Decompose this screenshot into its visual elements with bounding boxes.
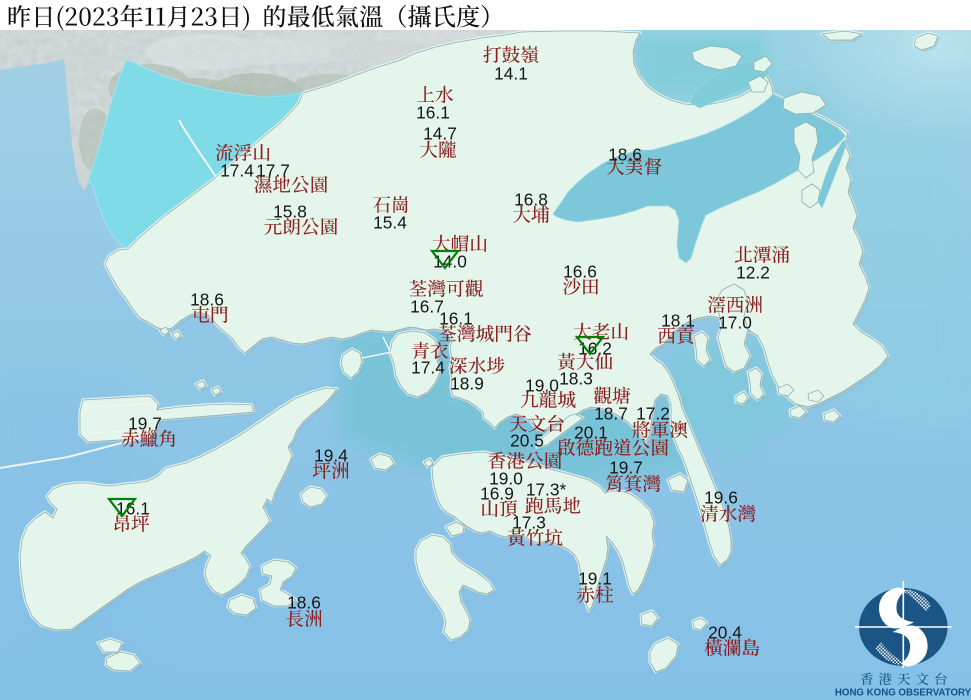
svg-text:16.1: 16.1 <box>416 103 450 123</box>
svg-text:20.5: 20.5 <box>510 431 544 451</box>
svg-text:14.1: 14.1 <box>494 64 528 84</box>
svg-text:17.0: 17.0 <box>718 313 752 333</box>
svg-text:17.3: 17.3 <box>512 513 546 533</box>
svg-text:16.1: 16.1 <box>439 309 473 329</box>
svg-text:17.3*: 17.3* <box>526 480 567 500</box>
svg-text:18.7: 18.7 <box>594 404 628 424</box>
svg-text:18.6: 18.6 <box>608 145 642 165</box>
svg-text:19.7: 19.7 <box>128 414 162 434</box>
svg-text:15.8: 15.8 <box>273 202 307 222</box>
svg-text:19.1: 19.1 <box>578 569 612 589</box>
svg-text:16.9: 16.9 <box>480 484 514 504</box>
svg-text:HONG KONG OBSERVATORY: HONG KONG OBSERVATORY <box>835 688 971 699</box>
svg-text:16.8: 16.8 <box>514 190 548 210</box>
svg-text:20.4: 20.4 <box>708 623 742 643</box>
svg-text:18.1: 18.1 <box>661 311 695 331</box>
svg-text:19.6: 19.6 <box>704 488 738 508</box>
svg-text:17.4: 17.4 <box>411 358 445 378</box>
svg-text:18.6: 18.6 <box>190 290 224 310</box>
svg-text:16.6: 16.6 <box>563 262 597 282</box>
svg-text:17.2: 17.2 <box>636 404 670 424</box>
svg-text:20.1: 20.1 <box>574 423 608 443</box>
svg-text:19.0: 19.0 <box>525 376 559 396</box>
svg-text:19.7: 19.7 <box>609 458 643 478</box>
svg-text:14.7: 14.7 <box>423 124 457 144</box>
svg-text:17.4: 17.4 <box>220 161 254 181</box>
svg-text:18.9: 18.9 <box>450 374 484 394</box>
svg-text:17.7: 17.7 <box>256 161 290 181</box>
svg-text:19.4: 19.4 <box>314 446 348 466</box>
svg-text:15.4: 15.4 <box>373 213 407 233</box>
svg-text:18.6: 18.6 <box>287 593 321 613</box>
svg-text:18.3: 18.3 <box>559 369 593 389</box>
svg-text:12.2: 12.2 <box>736 263 770 283</box>
